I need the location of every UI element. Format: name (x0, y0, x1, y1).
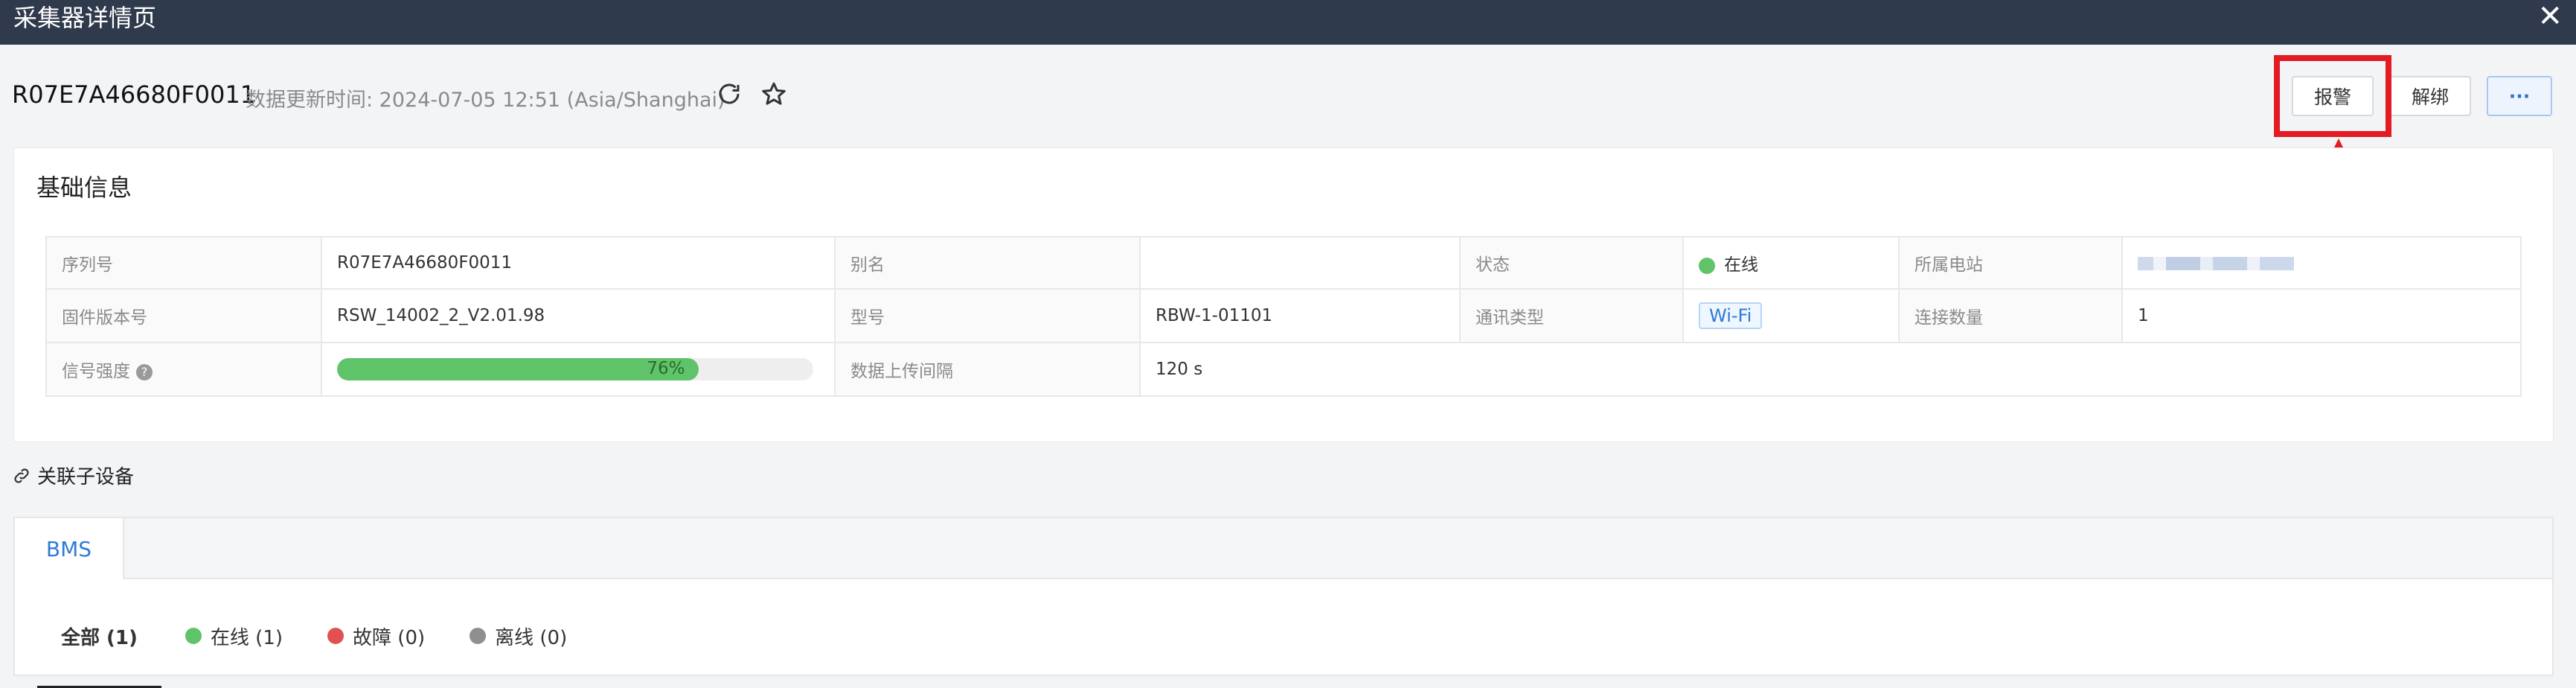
comm-type-cell: Wi-Fi (1682, 288, 1900, 343)
sub-devices-panel: BMS 全部 (1) 在线 (1) 故障 (0) 离线 (0) (13, 517, 2554, 688)
sub-devices-title: 关联子设备 (37, 466, 135, 488)
link-icon (14, 468, 29, 483)
fault-dot-icon (327, 628, 345, 644)
filter-offline-label: 离线 (0) (495, 626, 568, 649)
firmware-value: RSW_14002_2_V2.01.98 (321, 288, 836, 343)
filter-all[interactable]: 全部 (1) (37, 614, 161, 688)
device-serial: R07E7A46680F0011 (12, 80, 256, 109)
more-button[interactable]: ··· (2487, 76, 2552, 116)
close-icon[interactable]: ✕ (2537, 1, 2563, 31)
help-icon[interactable]: ? (136, 363, 153, 380)
serial-value: R07E7A46680F0011 (321, 236, 836, 290)
status-label: 状态 (1459, 236, 1684, 290)
model-label: 型号 (834, 288, 1141, 343)
status-value: 在线 (1724, 255, 1758, 275)
filter-fault[interactable]: 故障 (0) (327, 614, 425, 658)
star-icon[interactable] (757, 77, 790, 110)
sub-devices-heading: 关联子设备 (12, 462, 134, 489)
table-row: 信号强度? 76% 数据上传间隔 120 s (45, 342, 2522, 397)
alias-value (1139, 236, 1461, 290)
station-cell (2121, 236, 2522, 290)
signal-label: 信号强度 (62, 362, 130, 381)
tab-bms[interactable]: BMS (15, 518, 124, 579)
upload-interval-value: 120 s (1139, 342, 2522, 397)
upload-interval-label: 数据上传间隔 (834, 342, 1141, 397)
signal-progress-fill (337, 358, 699, 380)
model-value: RBW-1-01101 (1139, 288, 1461, 343)
signal-percent: 76% (647, 359, 685, 378)
unbind-button[interactable]: 解绑 (2389, 76, 2471, 116)
online-dot-icon (185, 628, 202, 644)
filter-online[interactable]: 在线 (1) (185, 614, 283, 658)
filter-offline[interactable]: 离线 (0) (470, 614, 567, 658)
serial-label: 序列号 (45, 236, 322, 290)
alias-label: 别名 (834, 236, 1141, 290)
offline-dot-icon (470, 628, 487, 644)
signal-cell: 76% (321, 342, 836, 397)
firmware-label: 固件版本号 (45, 288, 322, 343)
wifi-tag: Wi-Fi (1699, 302, 1763, 329)
filter-fault-label: 故障 (0) (353, 626, 426, 649)
device-type-tabs: BMS (15, 518, 2552, 579)
window-titlebar: 采集器详情页 ✕ (0, 0, 2576, 45)
basic-info-title: 基础信息 (36, 173, 132, 202)
window-title: 采集器详情页 (13, 4, 157, 32)
alarm-highlight-box (2274, 55, 2391, 137)
status-cell: 在线 (1682, 236, 1900, 290)
basic-info-table: 序列号 R07E7A46680F0011 别名 状态 在线 所属电站 固件版本号… (45, 236, 2522, 397)
device-header: R07E7A46680F0011 数据更新时间: 2024-07-05 12:5… (0, 45, 2576, 147)
basic-info-card: 基础信息 序列号 R07E7A46680F0011 别名 状态 在线 所属电站 … (13, 147, 2554, 442)
comm-type-label: 通讯类型 (1459, 288, 1684, 343)
station-value-blurred (2138, 256, 2294, 270)
filter-online-label: 在线 (1) (210, 626, 283, 649)
refresh-icon[interactable] (713, 77, 746, 110)
connections-label: 连接数量 (1898, 288, 2123, 343)
table-row: 序列号 R07E7A46680F0011 别名 状态 在线 所属电站 (45, 236, 2522, 290)
station-label: 所属电站 (1898, 236, 2123, 290)
status-filters: 全部 (1) 在线 (1) 故障 (0) 离线 (0) (37, 614, 612, 688)
online-dot-icon (1699, 257, 1715, 274)
signal-label-cell: 信号强度? (45, 342, 322, 397)
connections-value: 1 (2121, 288, 2522, 343)
signal-progress-bar: 76% (337, 358, 813, 380)
table-row: 固件版本号 RSW_14002_2_V2.01.98 型号 RBW-1-0110… (45, 288, 2522, 343)
update-time: 数据更新时间: 2024-07-05 12:51 (Asia/Shanghai) (246, 89, 725, 112)
